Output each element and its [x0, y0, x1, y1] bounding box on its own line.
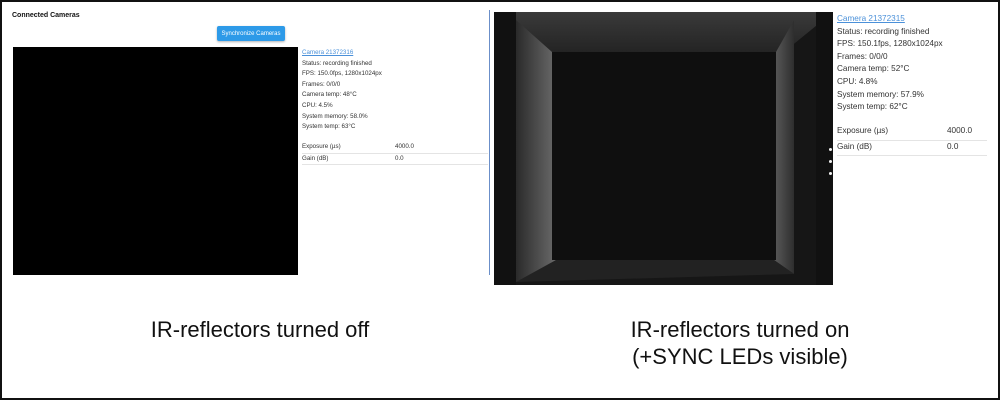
caption-left-text: IR-reflectors turned off	[150, 317, 370, 342]
system-temp-text: System temp: 62°C	[837, 102, 908, 112]
cpu-text: CPU: 4.5%	[302, 101, 333, 109]
exposure-input[interactable]: 4000.0	[947, 126, 972, 135]
system-temp-text: System temp: 63°C	[302, 123, 356, 131]
synchronize-cameras-button[interactable]: Synchronize Cameras	[217, 26, 285, 41]
gain-row: Gain (dB) 0.0	[302, 154, 488, 165]
frames-text: Frames: 0/0/0	[302, 80, 341, 88]
system-memory-text: System memory: 57.9%	[837, 89, 924, 99]
exposure-input[interactable]: 4000.0	[395, 143, 414, 150]
gain-input[interactable]: 0.0	[947, 142, 958, 151]
sync-led-2	[829, 160, 832, 163]
camera-temp-text: Camera temp: 52°C	[837, 64, 910, 74]
cpu-text: CPU: 4.8%	[837, 76, 878, 86]
ir-camera-image	[494, 12, 833, 285]
system-memory-text: System memory: 58.0%	[302, 112, 368, 120]
gain-label: Gain (dB)	[837, 141, 873, 151]
exposure-label: Exposure (µs)	[302, 143, 341, 150]
camera-link-right[interactable]: Camera 21372315	[837, 14, 905, 23]
caption-right-line1: IR-reflectors turned on	[630, 317, 850, 342]
exposure-label: Exposure (µs)	[837, 126, 889, 135]
gain-row: Gain (dB) 0.0	[837, 141, 987, 156]
status-text: Status: recording finished	[837, 26, 930, 36]
exposure-row: Exposure (µs) 4000.0	[837, 125, 987, 141]
caption-left: IR-reflectors turned off	[110, 316, 410, 343]
camera-params-left: Exposure (µs) 4000.0 Gain (dB) 0.0	[302, 142, 488, 165]
caption-right-line2: (+SYNC LEDs visible)	[632, 344, 848, 369]
frames-text: Frames: 0/0/0	[837, 51, 888, 61]
gain-label: Gain (dB)	[302, 154, 329, 162]
sync-led-3	[829, 172, 832, 175]
sync-led-1	[829, 148, 832, 151]
panel-divider	[489, 10, 490, 275]
camera-temp-text: Camera temp: 48°C	[302, 91, 357, 99]
connected-cameras-heading: Connected Cameras	[12, 12, 80, 19]
fps-text: FPS: 150.1fps, 1280x1024px	[837, 39, 943, 49]
status-text: Status: recording finished	[302, 59, 372, 67]
camera-link-left[interactable]: Camera 21372316	[302, 49, 353, 56]
camera-feed-left	[13, 47, 298, 275]
exposure-row: Exposure (µs) 4000.0	[302, 142, 488, 154]
camera-params-right: Exposure (µs) 4000.0 Gain (dB) 0.0	[837, 125, 987, 156]
fps-text: FPS: 150.0fps, 1280x1024px	[302, 70, 382, 78]
camera-info-right: Camera 21372315 Status: recording finish…	[837, 13, 943, 114]
camera-info-left: Camera 21372316 Status: recording finish…	[302, 48, 382, 133]
caption-right: IR-reflectors turned on (+SYNC LEDs visi…	[590, 316, 890, 370]
camera-feed-right	[494, 12, 833, 285]
gain-input[interactable]: 0.0	[395, 155, 404, 162]
